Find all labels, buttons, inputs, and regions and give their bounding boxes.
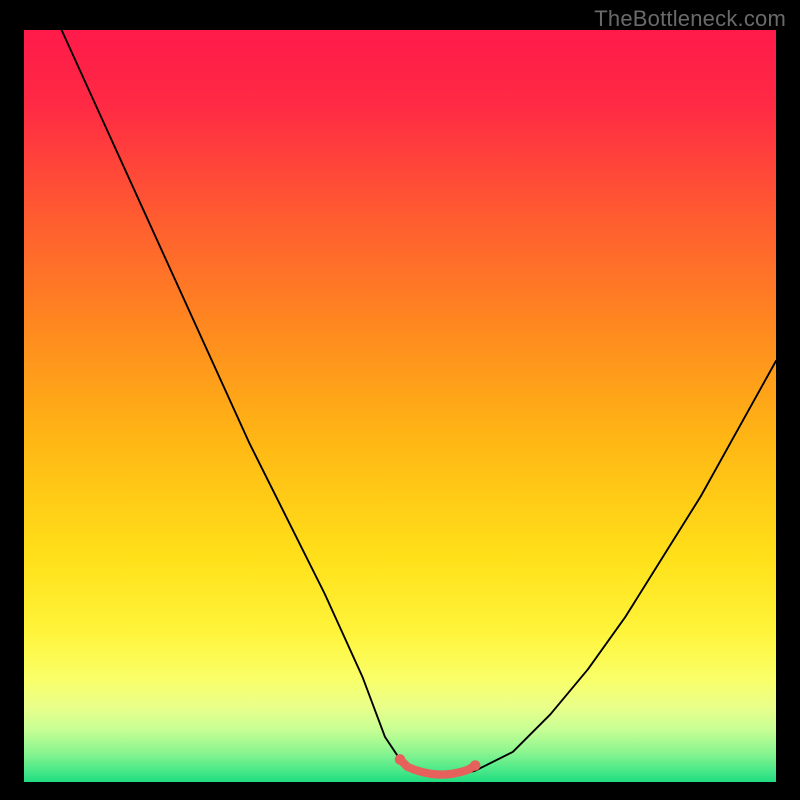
optimal-endpoint-dot xyxy=(470,760,481,771)
optimal-endpoint-dot xyxy=(395,754,406,765)
bottleneck-curve xyxy=(24,30,776,782)
plot-frame xyxy=(24,30,776,782)
plot-area xyxy=(24,30,776,782)
watermark-text: TheBottleneck.com xyxy=(594,6,786,32)
